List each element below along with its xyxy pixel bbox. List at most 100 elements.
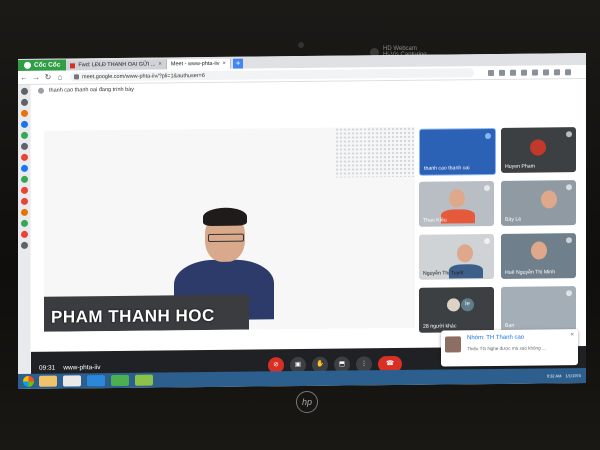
shield-icon[interactable]: [510, 69, 516, 76]
app-icon[interactable]: [63, 375, 81, 387]
bell-icon[interactable]: [20, 230, 28, 238]
participant-name: Thao Kiều: [423, 217, 447, 224]
extensions: [488, 68, 571, 76]
participant-tile[interactable]: Huyen Pham: [501, 127, 576, 173]
forward-icon[interactable]: →: [30, 73, 42, 82]
gmail-icon: [70, 62, 76, 68]
youtube-icon[interactable]: [20, 153, 28, 161]
chat-thumbnail: [445, 336, 461, 353]
participant-name: Huế Nguyễn Thị Minh: [505, 269, 556, 276]
clock-time: 09:31: [39, 364, 56, 372]
speaker-hair: [203, 207, 247, 227]
presenter-avatar-icon: [38, 87, 44, 94]
participant-tile[interactable]: Nguyễn Thị Tuyết: [419, 233, 494, 280]
tray-time[interactable]: 9:32 AM: [547, 373, 562, 378]
coc-coc-icon[interactable]: [111, 374, 129, 387]
coc-coc-logo-icon: [24, 61, 31, 69]
others-tile[interactable]: le 28 người khác: [419, 286, 494, 333]
meeting-code: www-phta-iiv: [63, 364, 101, 372]
mic-off-icon: [484, 185, 490, 192]
reload-icon[interactable]: ↻: [42, 73, 54, 82]
avatar-initials: le: [461, 298, 474, 312]
tab-meet[interactable]: Meet - www-phta-iiv ×: [31, 58, 232, 90]
participant-tile[interactable]: Bảy Lê: [501, 180, 576, 226]
main-video[interactable]: PHAM THANH HOC: [44, 126, 415, 332]
file-explorer-icon[interactable]: [39, 375, 57, 387]
participant-name: Nguyễn Thị Tuyết: [423, 270, 464, 277]
vtv-icon[interactable]: [20, 208, 28, 216]
mic-off-icon: [566, 131, 572, 138]
speaking-icon: [485, 133, 491, 140]
brand-label: Cốc Cốc: [34, 61, 61, 69]
self-tile[interactable]: Bạn: [501, 286, 576, 332]
hp-logo: hp: [296, 391, 318, 413]
meet-window: thanh cao thanh oai đang trình bày PHAM …: [31, 79, 586, 389]
participant-face: [449, 189, 465, 208]
tray-date[interactable]: 1/1/1970: [565, 373, 581, 378]
mic-off-icon: [566, 184, 572, 191]
settings-icon[interactable]: [20, 87, 28, 95]
shop-icon[interactable]: [20, 186, 28, 194]
mic-off-icon: [484, 238, 490, 245]
extension-icon[interactable]: [532, 69, 538, 76]
back-icon[interactable]: ←: [18, 73, 30, 82]
speaker-name: PHAM THANH HOC: [51, 305, 215, 327]
url-field[interactable]: meet.google.com/www-phta-iiv/?pli=1&auth…: [70, 68, 474, 82]
chat-notification[interactable]: Nhóm: TH Thanh cao Thiếu TG Nghe được mà…: [441, 329, 578, 367]
app-icon[interactable]: [20, 197, 28, 205]
browser-brand[interactable]: Cốc Cốc: [18, 59, 67, 71]
history-icon[interactable]: [20, 98, 28, 106]
participant-name: Bảy Lê: [505, 216, 522, 223]
others-count: 28 người khác: [423, 323, 457, 330]
puzzle-icon[interactable]: [543, 68, 549, 75]
mic-off-icon: [566, 237, 572, 244]
participant-tile[interactable]: Thao Kiều: [419, 180, 494, 227]
key-icon[interactable]: [488, 69, 494, 76]
download-icon[interactable]: [521, 69, 527, 76]
start-button[interactable]: [23, 375, 34, 387]
participant-name: Huyen Pham: [505, 163, 535, 170]
close-icon[interactable]: ×: [570, 332, 574, 338]
participant-tile[interactable]: Huế Nguyễn Thị Minh: [501, 233, 576, 279]
zoom-icon[interactable]: [87, 375, 105, 387]
home-icon[interactable]: ⌂: [54, 72, 66, 82]
system-tray: 9:32 AM 1/1/1970: [547, 373, 586, 378]
profile-icon[interactable]: [554, 68, 560, 75]
avatar: [447, 298, 460, 312]
lock-icon: [74, 74, 79, 80]
close-icon[interactable]: ×: [223, 61, 227, 67]
tab-label: Meet - www-phta-iiv: [170, 60, 220, 68]
browser-icon[interactable]: [135, 374, 153, 386]
notification-title: Nhóm: TH Thanh cao: [467, 334, 525, 342]
browser-sidebar: [18, 84, 30, 389]
add-icon[interactable]: [20, 142, 28, 150]
close-icon[interactable]: ×: [158, 61, 162, 67]
participant-face: [541, 190, 557, 209]
participant-name: thanh cao thanh oai: [424, 165, 470, 172]
avatar: [530, 139, 546, 156]
url-text: meet.google.com/www-phta-iiv/?pli=1&auth…: [82, 72, 205, 80]
speaker-video: [174, 207, 274, 321]
star-icon[interactable]: [499, 69, 505, 76]
messenger-icon[interactable]: [20, 120, 28, 128]
participant-name: Bạn: [505, 322, 515, 329]
game-icon[interactable]: [20, 131, 28, 139]
presenting-banner: thanh cao thanh oai đang trình bày: [38, 87, 134, 94]
facebook-icon[interactable]: [20, 164, 28, 172]
presenting-text: thanh cao thanh oai đang trình bày: [49, 86, 135, 94]
tab-label: Fwd: LĐLĐ THANH OAI GỬI ...: [78, 61, 156, 69]
participant-face: [531, 241, 547, 260]
mic-off-icon: [566, 290, 572, 297]
more-icon[interactable]: [20, 241, 28, 249]
app-icon[interactable]: [20, 175, 28, 183]
crown-icon[interactable]: [20, 109, 28, 117]
notification-snippet: Thiếu TG Nghe được mà sao không ...: [467, 345, 546, 352]
participant-tile[interactable]: thanh cao thanh oai: [419, 127, 496, 176]
leaf-icon[interactable]: [20, 219, 28, 227]
laptop-screen: Cốc Cốc Fwd: LĐLĐ THANH OAI GỬI ... × Me…: [18, 53, 586, 389]
new-tab-button[interactable]: +: [233, 58, 244, 69]
camera-lens-icon: [298, 42, 304, 48]
menu-icon[interactable]: [565, 68, 571, 75]
speaker-glasses: [208, 233, 244, 242]
slide-pattern: [335, 126, 415, 178]
